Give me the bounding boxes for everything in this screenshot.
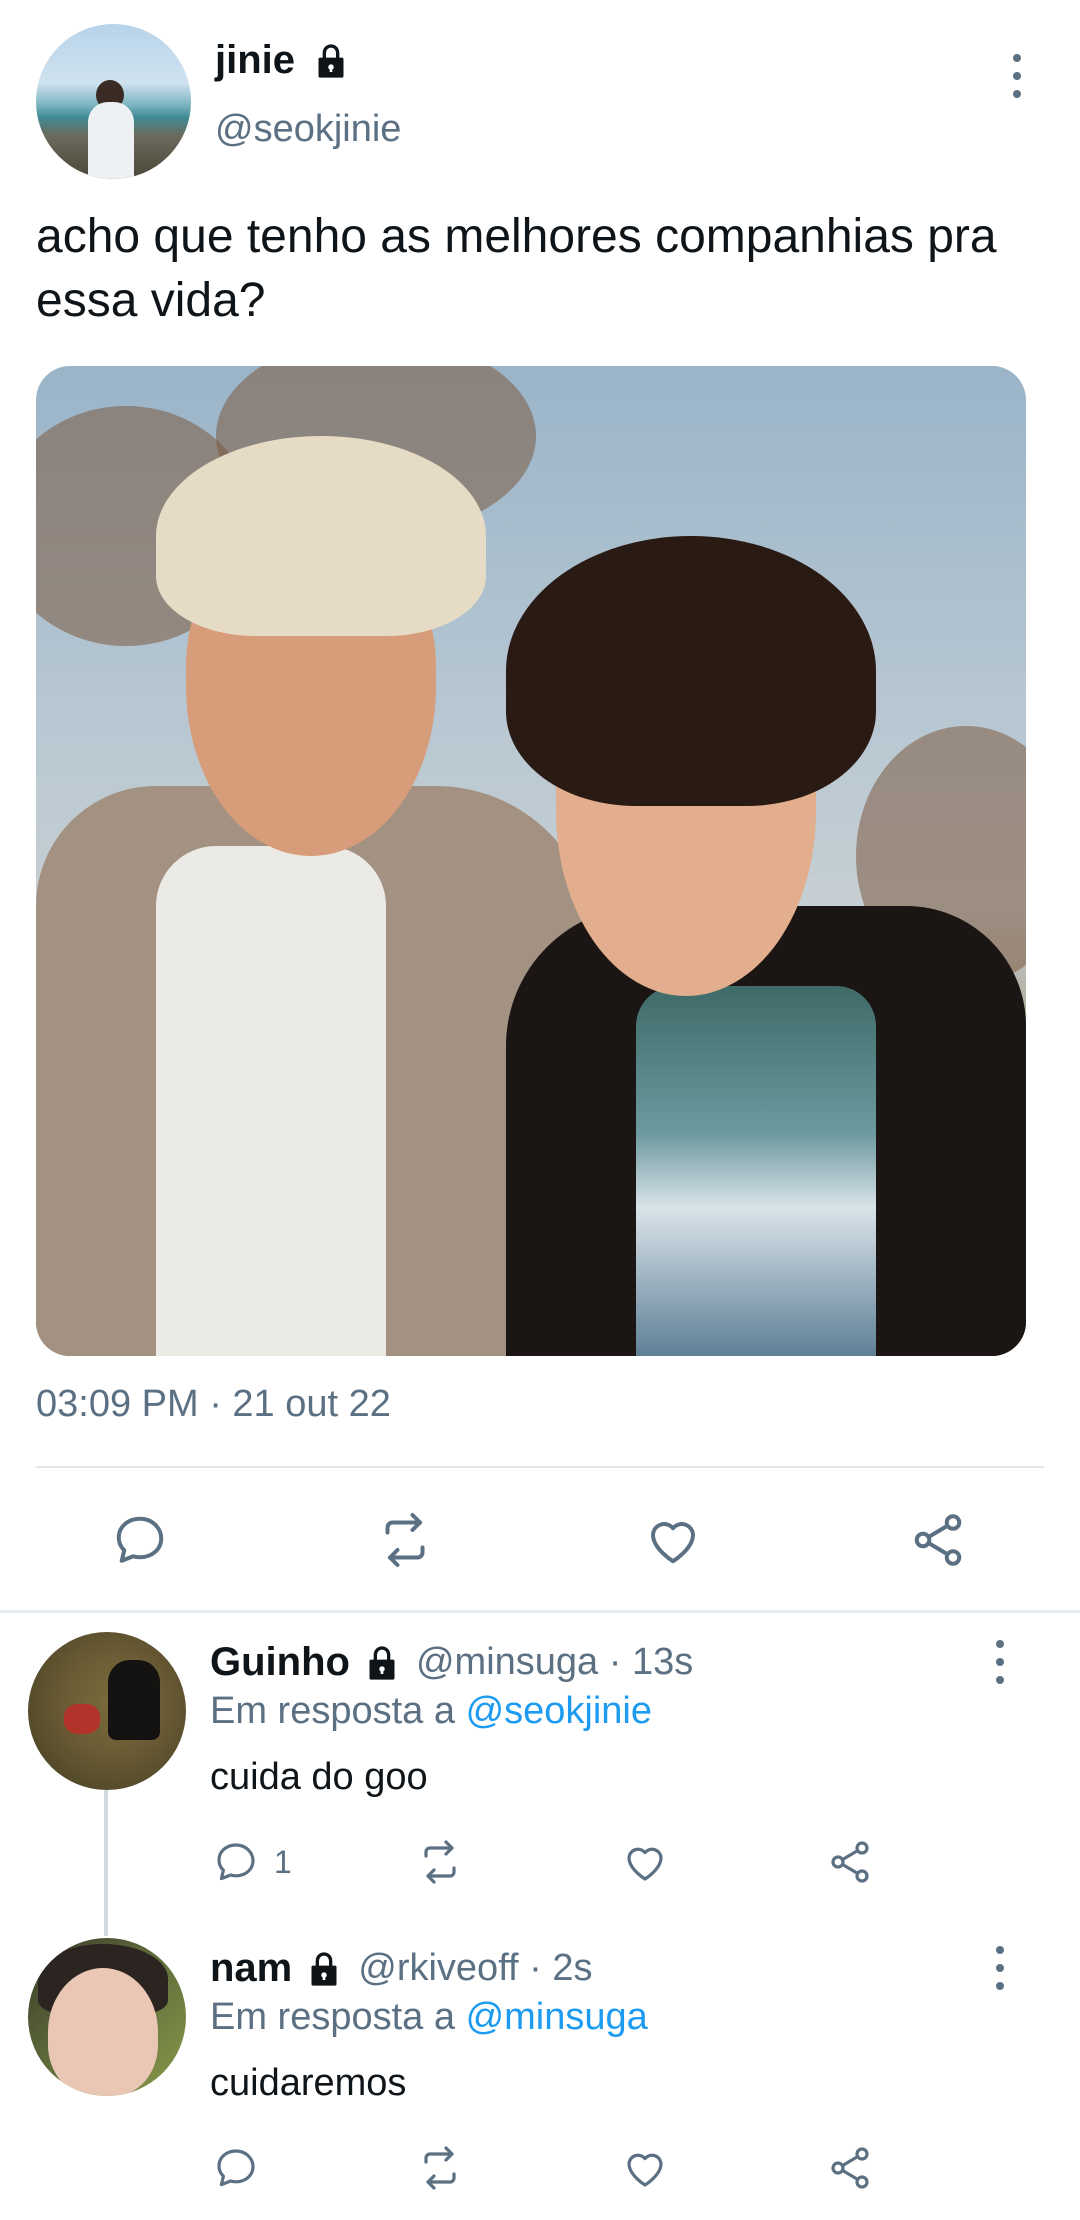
reply-author-name[interactable]: nam [210,1946,292,1991]
reply-icon[interactable] [212,2144,260,2192]
share-icon[interactable] [908,1510,968,1570]
lock-icon [362,1643,402,1683]
reply-handle-time: @minsuga · 13s [415,1641,694,1683]
retweet-icon[interactable] [416,2144,464,2192]
reply-count: 1 [274,1844,292,1880]
avatar[interactable] [36,24,191,179]
divider [36,1466,1044,1468]
reply-handle-time: @rkiveoff · 2s [358,1947,593,1989]
retweet-icon[interactable] [416,1838,464,1886]
avatar[interactable] [28,1938,186,2096]
share-icon[interactable] [826,1838,874,1886]
reply-to-line: Em resposta a @minsuga [210,1996,648,2039]
more-options-icon[interactable] [1007,54,1027,98]
more-options-icon[interactable] [990,1946,1010,1990]
lock-icon [304,1949,344,1989]
reply-to-prefix: Em resposta a [210,1996,455,2038]
reply-to-prefix: Em resposta a [210,1690,455,1732]
reply-text: cuidaremos [210,2062,407,2104]
reply-to-line: Em resposta a @seokjinie [210,1690,652,1733]
section-separator [0,1610,1080,1613]
reply-icon[interactable] [110,1510,170,1570]
author-handle[interactable]: @seokjinie [215,108,401,151]
reply-header: nam @rkiveoff · 2s [210,1946,593,1991]
reply-header: Guinho @minsuga · 13s [210,1640,693,1685]
avatar[interactable] [28,1632,186,1790]
lock-icon [311,41,351,81]
reply-icon[interactable] [212,1838,260,1886]
avatar-figure [88,102,134,179]
reply-actions [0,2144,1080,2194]
share-icon[interactable] [826,2144,874,2192]
author-row: jinie [215,38,351,83]
reply-author-name[interactable]: Guinho [210,1640,350,1685]
tweet-photo[interactable] [36,366,1026,1356]
reply-to-mention[interactable]: @minsuga [466,1996,648,2038]
like-icon[interactable] [621,1838,669,1886]
tweet-text: acho que tenho as melhores companhias pr… [36,210,997,327]
reply-text: cuida do goo [210,1756,428,1798]
tweet-timestamp: 03:09 PM · 21 out 22 [36,1383,391,1425]
like-icon[interactable] [621,2144,669,2192]
like-icon[interactable] [643,1510,703,1570]
reply-to-mention[interactable]: @seokjinie [466,1690,652,1732]
tweet-actions [0,1510,1080,1574]
author-name[interactable]: jinie [215,38,295,83]
reply-actions: 1 [0,1838,1080,1888]
more-options-icon[interactable] [990,1640,1010,1684]
retweet-icon[interactable] [375,1510,435,1570]
